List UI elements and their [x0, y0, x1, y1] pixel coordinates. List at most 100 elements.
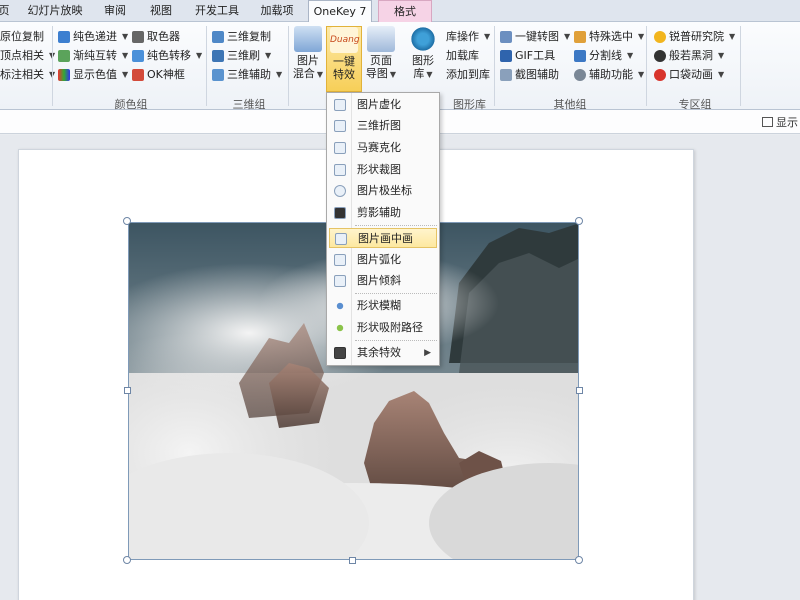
picture-mix-button[interactable]: 图片 混合 ▼ [291, 26, 325, 92]
black-hole-button[interactable]: 般若黑洞 ▼ [654, 47, 724, 65]
menu-item-label: 马赛克化 [357, 141, 401, 154]
resize-handle-bottom-right[interactable] [575, 556, 583, 564]
slide-icon [367, 26, 395, 52]
tab-addins[interactable]: 加载项 [252, 0, 302, 22]
ok-frame-button[interactable]: OK神框 [132, 66, 185, 84]
cube-icon [212, 50, 224, 62]
3d-brush-button[interactable]: 三维刷 ▼ [212, 47, 271, 65]
tab-developer[interactable]: 开发工具 [188, 0, 246, 22]
polar-icon [334, 185, 346, 197]
color-transfer-button[interactable]: 纯色转移 ▼ [132, 47, 202, 65]
pocket-animation-label: 口袋动画 [669, 68, 713, 81]
display-toggle[interactable]: 显示 [762, 114, 798, 130]
cube-icon [212, 31, 224, 43]
menu-separator [355, 293, 437, 294]
tab-format[interactable]: 格式 [378, 0, 432, 22]
tab-review[interactable]: 审阅 [95, 0, 135, 22]
menu-item-mosaic[interactable]: 马赛克化 [329, 138, 437, 158]
chevron-down-icon: ▼ [316, 70, 324, 79]
resize-handle-top-left[interactable] [123, 217, 131, 225]
convert-to-image-button[interactable]: 一键转图 ▼ [500, 28, 570, 46]
one-click-effects-button[interactable]: Duang 一键 特效 [326, 26, 362, 92]
tab-onekey[interactable]: OneKey 7 [308, 0, 372, 23]
library-ops-button[interactable]: 库操作 ▼ [446, 28, 490, 46]
resize-handle-bottom[interactable] [349, 557, 356, 564]
color-picker-label: 取色器 [147, 30, 180, 43]
add-to-library-button[interactable]: 添加到库 [446, 66, 490, 84]
shape-library-button[interactable]: 图形 库 ▼ [406, 26, 440, 92]
chevron-down-icon: ▼ [638, 70, 645, 79]
display-label: 显示 [776, 116, 798, 129]
layers-icon [294, 26, 322, 52]
show-color-button[interactable]: 显示色值 ▼ [58, 66, 128, 84]
resize-handle-bottom-left[interactable] [123, 556, 131, 564]
convert-to-image-label: 一键转图 [515, 30, 559, 43]
menu-item-shape-blur[interactable]: 形状模糊 [329, 296, 437, 316]
tab-design[interactable]: 页 [0, 0, 14, 22]
annotate-button[interactable]: 标注相关▼ [0, 66, 55, 84]
3d-copy-button[interactable]: 三维复制 [212, 28, 271, 46]
chevron-down-icon: ▼ [196, 51, 203, 60]
chevron-down-icon: ▼ [122, 70, 129, 79]
menu-item-label: 形状模糊 [357, 299, 401, 312]
gradient-convert-button[interactable]: 渐纯互转 ▼ [58, 47, 128, 65]
assist-functions-button[interactable]: 辅助功能 ▼ [574, 66, 644, 84]
color-picker-button[interactable]: 取色器 [132, 28, 180, 46]
menu-item-picture-in-picture[interactable]: 图片画中画 [329, 228, 437, 248]
page-guide-label-2: 导图 ▼ [364, 67, 398, 81]
menu-item-label: 其余特效 [357, 346, 401, 359]
color-gradient-button[interactable]: 纯色递进 ▼ [58, 28, 128, 46]
menu-item-label: 图片虚化 [357, 98, 401, 111]
chevron-down-icon: ▼ [426, 70, 433, 79]
menu-item-picture-blur[interactable]: 图片虚化 [329, 95, 437, 115]
hat-icon [334, 347, 346, 359]
eyedropper-icon [132, 31, 144, 43]
resize-handle-top-right[interactable] [575, 217, 583, 225]
align-copy-button[interactable]: 原位复制 [0, 28, 44, 46]
path-icon [334, 322, 346, 334]
chevron-down-icon: ▼ [638, 32, 645, 41]
special-group-label: 专区组 [678, 98, 712, 111]
fold-icon [334, 120, 346, 132]
divider-line-button[interactable]: 分割线 ▼ [574, 47, 633, 65]
special-select-button[interactable]: 特殊选中 ▼ [574, 28, 644, 46]
menu-item-label: 图片画中画 [358, 232, 413, 245]
pocket-animation-button[interactable]: 口袋动画 ▼ [654, 66, 724, 84]
ruipu-label: 锐普研究院 [669, 30, 724, 43]
menu-item-picture-arc[interactable]: 图片弧化 [329, 250, 437, 270]
chevron-right-icon: ▶ [424, 348, 431, 358]
gradient-convert-label: 渐纯互转 [73, 49, 117, 62]
resize-handle-left[interactable] [124, 387, 131, 394]
gif-tool-button[interactable]: GIF工具 [500, 47, 555, 65]
menu-item-shape-crop[interactable]: 形状裁图 [329, 160, 437, 180]
group-divider [52, 26, 53, 106]
page-guide-button[interactable]: 页面 导图 ▼ [364, 26, 398, 92]
tab-view[interactable]: 视图 [142, 0, 180, 22]
menu-item-3d-fold[interactable]: 三维折图 [329, 116, 437, 136]
menu-item-other-effects[interactable]: 其余特效 ▶ [329, 343, 437, 363]
swap-icon [58, 50, 70, 62]
chevron-down-icon: ▼ [729, 32, 736, 41]
star-icon [132, 69, 144, 81]
tab-slideshow[interactable]: 幻灯片放映 [20, 0, 90, 22]
load-library-button[interactable]: 加载库 [446, 47, 479, 65]
3d-assist-button[interactable]: 三维辅助 ▼ [212, 66, 282, 84]
assist-functions-label: 辅助功能 [589, 68, 633, 81]
ruipu-button[interactable]: 锐普研究院 ▼ [654, 28, 735, 46]
resize-handle-right[interactable] [576, 387, 583, 394]
shape-library-label-2: 库 ▼ [406, 67, 440, 81]
menu-item-label: 三维折图 [357, 119, 401, 132]
menu-item-silhouette[interactable]: 剪影辅助 [329, 203, 437, 223]
transfer-icon [132, 50, 144, 62]
color-gradient-label: 纯色递进 [73, 30, 117, 43]
menu-item-label: 剪影辅助 [357, 206, 401, 219]
vertex-button[interactable]: 顶点相关▼ [0, 47, 55, 65]
crop-assist-button[interactable]: 截图辅助 [500, 66, 559, 84]
menu-item-polar-coords[interactable]: 图片极坐标 [329, 181, 437, 201]
special-select-label: 特殊选中 [589, 30, 633, 43]
group-divider [288, 26, 289, 106]
cube-icon [212, 69, 224, 81]
menu-item-shape-snap-path[interactable]: 形状吸附路径 [329, 318, 437, 338]
menu-item-picture-skew[interactable]: 图片倾斜 [329, 271, 437, 291]
chevron-down-icon: ▼ [265, 51, 272, 60]
